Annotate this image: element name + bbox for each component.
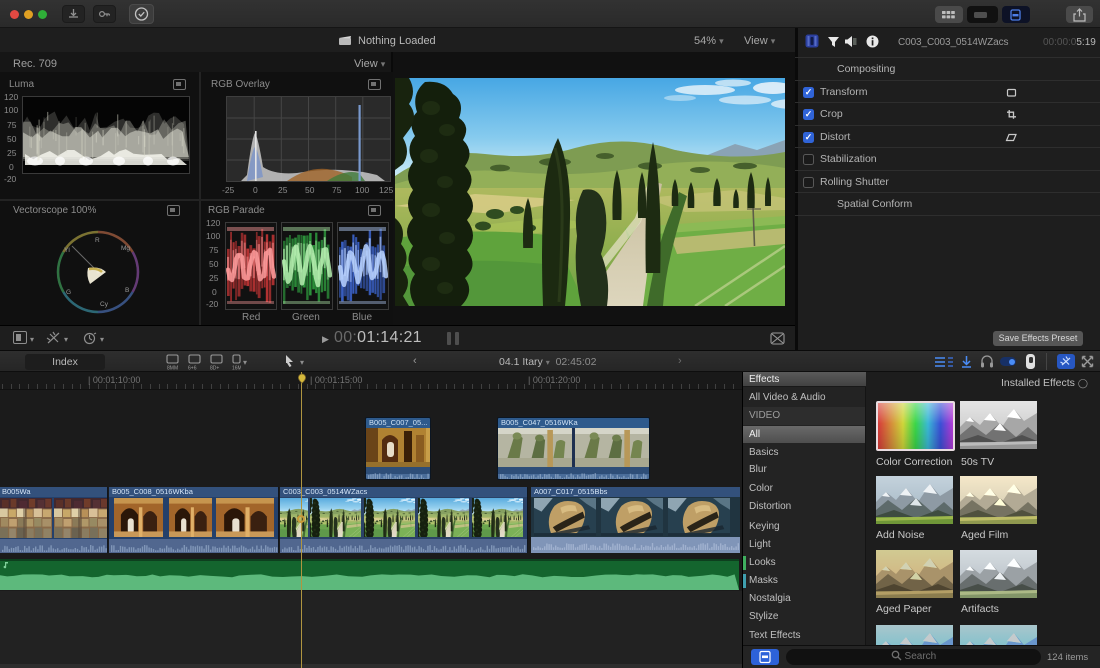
svg-text:Yl: Yl	[64, 247, 70, 254]
svg-text:6+6: 6+6	[188, 366, 197, 371]
svg-text:G: G	[66, 289, 71, 296]
svg-text:R: R	[95, 237, 100, 244]
svg-text:Cy: Cy	[100, 301, 109, 308]
svg-text:B: B	[125, 287, 129, 294]
svg-text:Mg: Mg	[121, 245, 130, 252]
svg-text:16MM: 16MM	[232, 366, 241, 371]
svg-text:8D+: 8D+	[210, 366, 219, 371]
svg-text:8MM: 8MM	[167, 366, 178, 371]
